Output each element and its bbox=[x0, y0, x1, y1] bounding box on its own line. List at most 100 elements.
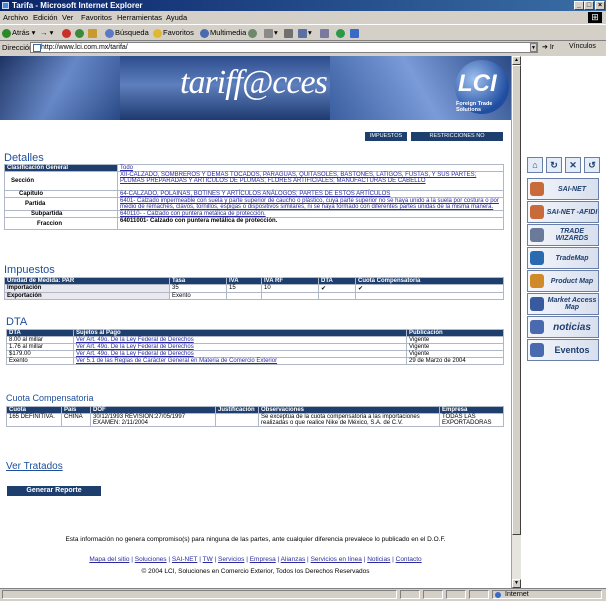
footer-link-empresa[interactable]: Empresa bbox=[250, 556, 276, 563]
generar-reporte-button[interactable]: Generar Reporte bbox=[7, 486, 101, 496]
discuss-button[interactable] bbox=[320, 27, 330, 38]
impuestos-heading: Impuestos bbox=[4, 264, 55, 276]
discuss-icon bbox=[320, 28, 329, 38]
table-row: 1.76 al millar Ver Art. 49o. De la Ley F… bbox=[6, 343, 504, 351]
minimize-button[interactable]: _ bbox=[574, 1, 584, 10]
product-map-button[interactable]: Product Map bbox=[527, 270, 599, 292]
footer-link-noticias[interactable]: Noticias bbox=[367, 556, 390, 563]
refresh-button[interactable] bbox=[75, 27, 85, 38]
seccion-link[interactable]: XII-CALZADO, SOMBREROS Y DEMAS TOCADOS, … bbox=[120, 172, 476, 184]
refresh-icon[interactable]: ↻ bbox=[546, 157, 562, 173]
subpartida-link[interactable]: 640110- - Calzado con puntera metálica d… bbox=[120, 211, 266, 217]
scroll-thumb[interactable] bbox=[512, 65, 521, 535]
menu-favoritos[interactable]: Favoritos bbox=[81, 13, 112, 22]
home-icon[interactable]: ⌂ bbox=[527, 157, 543, 173]
footer-link-contacto[interactable]: Contacto bbox=[396, 556, 422, 563]
multimedia-button[interactable]: Multimedia bbox=[200, 27, 246, 38]
table-row: Importación 35 15 10 ✔ ✔ bbox=[4, 284, 504, 293]
footer-link-sainet[interactable]: SAI-NET bbox=[172, 556, 198, 563]
tariff-acces-banner: tariff@cces LCI Foreign Trade Solutions bbox=[0, 56, 511, 120]
home-icon bbox=[88, 28, 97, 38]
todo-link[interactable]: Todo bbox=[120, 165, 133, 171]
page-content: tariff@cces LCI Foreign Trade Solutions … bbox=[0, 56, 511, 588]
noticias-button[interactable]: noticias bbox=[527, 316, 599, 338]
eventos-button[interactable]: Eventos bbox=[527, 339, 599, 361]
internet-globe-icon bbox=[495, 592, 501, 598]
restricciones-button[interactable]: RESTRICCIONES NO ARANCELARIAS bbox=[411, 132, 503, 148]
noticias-icon bbox=[530, 320, 544, 334]
mail-button[interactable]: ▾ bbox=[264, 27, 278, 38]
stop-button[interactable] bbox=[62, 27, 72, 38]
scroll-down-button[interactable]: ▼ bbox=[512, 579, 521, 588]
status-bar: Internet bbox=[0, 588, 606, 601]
status-zone: Internet bbox=[492, 590, 602, 599]
status-text-segment bbox=[2, 590, 397, 599]
refresh-icon bbox=[75, 28, 84, 38]
footer-link-soluciones[interactable]: Soluciones bbox=[135, 556, 167, 563]
page-scrollbar[interactable]: ▲ ▼ bbox=[511, 56, 521, 588]
close-icon[interactable]: ✕ bbox=[565, 157, 581, 173]
address-input[interactable]: http://www.lci.com.mx/tarifa/ bbox=[30, 42, 538, 53]
impuestos-table: Unidad de Medida: PAR Tasa IVA IVA RF DT… bbox=[4, 277, 504, 300]
menu-herramientas[interactable]: Herramientas bbox=[117, 13, 162, 22]
home-button[interactable] bbox=[88, 27, 98, 38]
close-window-button[interactable]: × bbox=[595, 1, 605, 10]
reglas-comercio-link[interactable]: Ver 5.1 de las Reglas de Carácter Genera… bbox=[76, 358, 277, 364]
partida-link[interactable]: 6401- Calzado impermeable con suela y pa… bbox=[120, 198, 499, 210]
go-button[interactable]: ➔ Ir bbox=[542, 43, 554, 51]
ie-page-icon bbox=[2, 2, 9, 9]
footer-links: Mapa del sitio | Soluciones | SAI-NET | … bbox=[89, 556, 422, 563]
footer-link-servicios-linea[interactable]: Servicios en línea bbox=[311, 556, 362, 563]
messenger-button[interactable] bbox=[336, 27, 346, 38]
sainet-button[interactable]: SAI-NET bbox=[527, 178, 599, 200]
footer-link-tw[interactable]: TW bbox=[203, 556, 213, 563]
history-button[interactable] bbox=[248, 27, 258, 38]
ley-derechos-link[interactable]: Ver Art. 49o. De la Ley Federal de Derec… bbox=[76, 344, 194, 350]
table-row: Subpartida 640110- - Calzado con puntera… bbox=[4, 210, 504, 218]
back-arrow-icon bbox=[2, 28, 11, 38]
trademap-button[interactable]: TradeMap bbox=[527, 247, 599, 269]
table-row: Sección XII-CALZADO, SOMBREROS Y DEMAS T… bbox=[4, 171, 504, 191]
forward-button[interactable]: → ▾ bbox=[40, 27, 53, 38]
search-icon bbox=[105, 28, 114, 38]
edit-button[interactable]: ▾ bbox=[298, 27, 312, 38]
links-button[interactable]: Vínculos bbox=[569, 43, 596, 50]
back-icon[interactable]: ↺ bbox=[584, 157, 600, 173]
table-row: Partida 6401- Calzado impermeable con su… bbox=[4, 197, 504, 211]
sainet-afidi-icon bbox=[530, 205, 544, 219]
impuestos-button[interactable]: IMPUESTOS bbox=[365, 132, 407, 141]
market-access-map-button[interactable]: Market Access Map bbox=[527, 293, 599, 315]
footer-link-mapa[interactable]: Mapa del sitio bbox=[89, 556, 129, 563]
footer-link-servicios[interactable]: Servicios bbox=[218, 556, 244, 563]
scroll-up-button[interactable]: ▲ bbox=[512, 56, 521, 65]
menu-archivo[interactable]: Archivo bbox=[3, 13, 28, 22]
cuota-check-icon: ✔ bbox=[355, 284, 504, 293]
window-titlebar: Tarifa - Microsoft Internet Explorer _ □… bbox=[0, 0, 606, 11]
footer-link-alianzas[interactable]: Alianzas bbox=[281, 556, 306, 563]
menu-bar: Archivo Edición Ver Favoritos Herramient… bbox=[0, 11, 606, 25]
search-button[interactable]: Búsqueda bbox=[105, 27, 149, 38]
extra-icon bbox=[350, 28, 359, 38]
favorites-button[interactable]: Favoritos bbox=[153, 27, 194, 38]
status-segment bbox=[423, 590, 443, 599]
sainet-afidi-button[interactable]: SAI-NET -AFIDI bbox=[527, 201, 599, 223]
menu-edicion[interactable]: Edición bbox=[33, 13, 58, 22]
cuota-heading: Cuota Compensatoria bbox=[6, 393, 94, 403]
menu-ver[interactable]: Ver bbox=[62, 13, 73, 22]
ver-tratados-link[interactable]: Ver Tratados bbox=[6, 461, 63, 472]
trade-wizards-button[interactable]: TRADE WIZARDS bbox=[527, 224, 599, 246]
ley-derechos-link[interactable]: Ver Art. 49o. De la Ley Federal de Derec… bbox=[76, 351, 194, 357]
product-map-icon bbox=[530, 274, 544, 288]
table-row: Capítulo 64-CALZADO, POLAINAS, BOTINES Y… bbox=[4, 190, 504, 198]
capitulo-link[interactable]: 64-CALZADO, POLAINAS, BOTINES Y ARTÍCULO… bbox=[120, 191, 390, 197]
print-button[interactable] bbox=[284, 27, 294, 38]
table-row: 165 DEFINITIVA. CHINA 30/12/1993 REVISIO… bbox=[6, 413, 504, 427]
windows-logo-icon: ⊞ bbox=[588, 12, 602, 23]
extra-button[interactable] bbox=[350, 27, 360, 38]
browser-toolbar: Atrás ▾ → ▾ Búsqueda Favoritos Multimedi… bbox=[0, 25, 606, 41]
maximize-button[interactable]: □ bbox=[584, 1, 594, 10]
address-dropdown-button[interactable]: ▼ bbox=[530, 43, 537, 52]
back-button[interactable]: Atrás ▾ bbox=[2, 27, 35, 38]
ley-derechos-link[interactable]: Ver Art. 49o. De la Ley Federal de Derec… bbox=[76, 337, 194, 343]
menu-ayuda[interactable]: Ayuda bbox=[166, 13, 187, 22]
